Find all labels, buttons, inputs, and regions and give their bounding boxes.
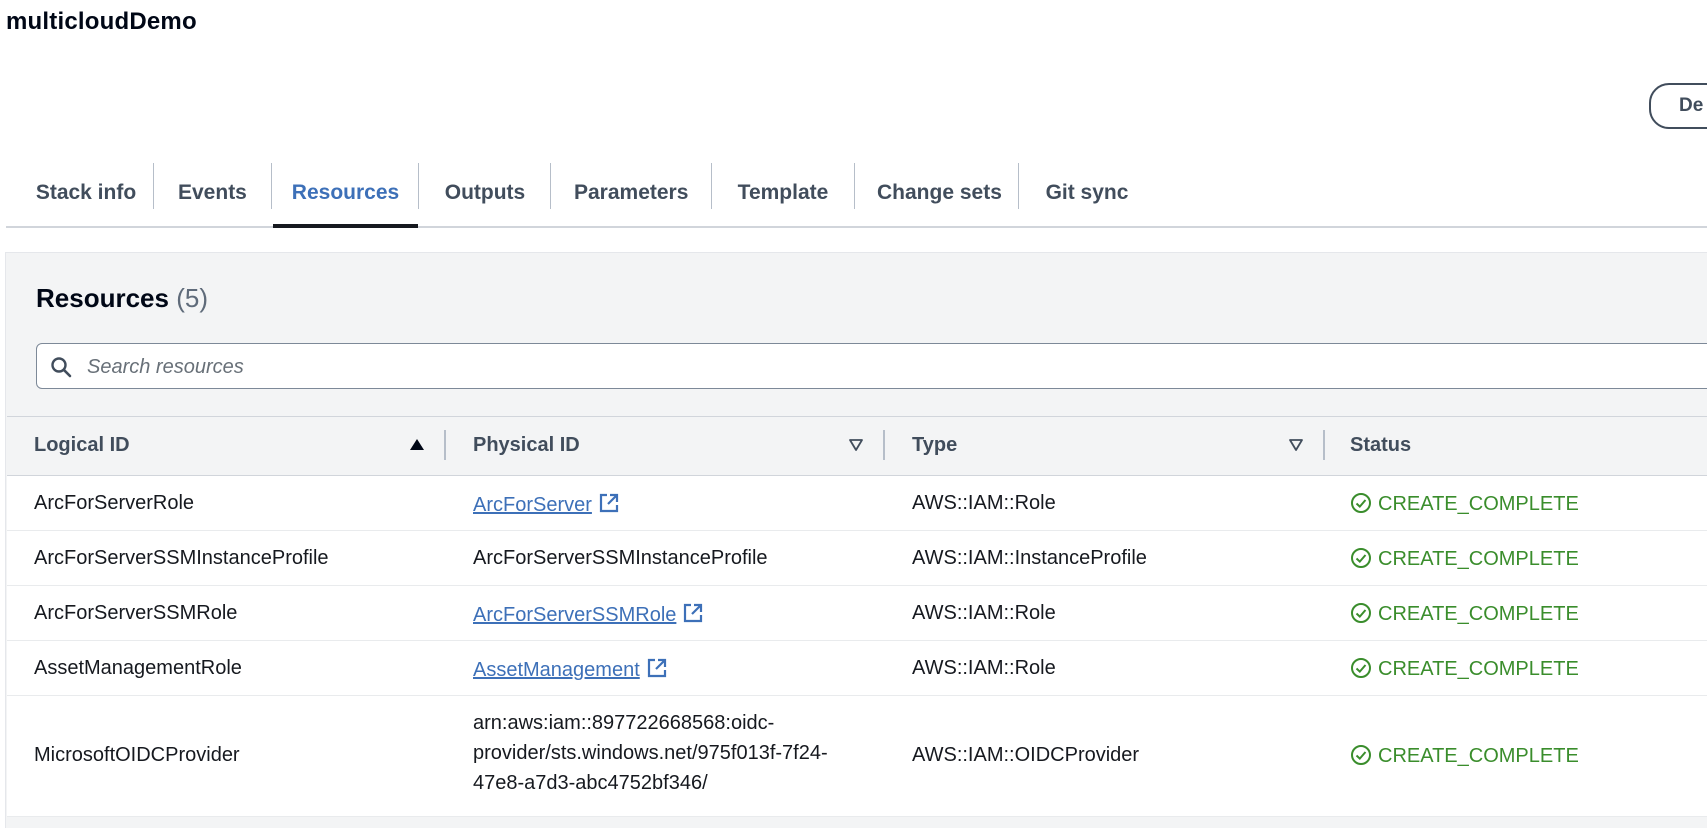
physical-id-cell: ArcForServer <box>473 492 620 517</box>
physical-id-cell: arn:aws:iam::897722668568:oidc-provider/… <box>473 712 828 794</box>
table-body: ArcForServerRole ArcForServer AWS::IAM::… <box>7 476 1707 817</box>
external-link-icon[interactable] <box>682 602 704 624</box>
sort-caret-down-icon[interactable] <box>847 436 865 454</box>
logical-id-cell: ArcForServerSSMRole <box>34 602 238 624</box>
tab-stack-info[interactable]: Stack info <box>34 160 138 226</box>
physical-id-link[interactable]: AssetManagement <box>473 659 640 681</box>
tab-change-sets[interactable]: Change sets <box>877 160 1002 226</box>
cloudformation-stack-page: multicloudDemo De Stack info Events Reso… <box>0 0 1707 828</box>
status-text: CREATE_COMPLETE <box>1378 658 1579 680</box>
stack-tabs: Stack info Events Resources Outputs Para… <box>6 160 1707 228</box>
status-text: CREATE_COMPLETE <box>1378 745 1579 767</box>
sort-caret-down-icon[interactable] <box>1287 436 1305 454</box>
tab-divider <box>854 163 855 209</box>
tab-divider <box>1018 163 1019 209</box>
status-cell: CREATE_COMPLETE <box>1350 602 1579 626</box>
tab-template[interactable]: Template <box>734 160 832 226</box>
logical-id-cell: ArcForServerRole <box>34 492 195 514</box>
logical-id-cell: ArcForServerSSMInstanceProfile <box>34 547 329 569</box>
resources-table: Logical ID Physical ID Type Status ArcFo… <box>7 416 1707 817</box>
type-cell: AWS::IAM::Role <box>912 492 1056 514</box>
tab-outputs[interactable]: Outputs <box>442 160 528 226</box>
tab-resources[interactable]: Resources <box>273 160 418 228</box>
search-box[interactable] <box>36 343 1707 390</box>
resources-panel: Resources (5) Logical ID Physical ID <box>5 252 1707 828</box>
status-success-icon <box>1351 548 1371 568</box>
physical-id-link[interactable]: ArcForServerSSMRole <box>473 604 676 626</box>
status-text: CREATE_COMPLETE <box>1378 603 1579 625</box>
external-link-icon[interactable] <box>598 492 620 514</box>
tab-divider <box>271 163 272 209</box>
column-header-physical-id[interactable]: Physical ID <box>473 417 580 475</box>
column-header-type[interactable]: Type <box>912 417 957 475</box>
type-cell: AWS::IAM::Role <box>912 657 1056 679</box>
status-success-icon <box>1351 603 1371 623</box>
logical-id-cell: AssetManagementRole <box>34 657 242 679</box>
column-resizer[interactable] <box>444 430 446 460</box>
table-row: ArcForServerRole ArcForServer AWS::IAM::… <box>7 476 1707 531</box>
table-row: AssetManagementRole AssetManagement AWS:… <box>7 641 1707 696</box>
type-cell: AWS::IAM::InstanceProfile <box>912 547 1147 569</box>
column-header-status: Status <box>1350 434 1412 456</box>
table-row: MicrosoftOIDCProvider arn:aws:iam::89772… <box>7 696 1707 817</box>
external-link-icon[interactable] <box>646 657 668 679</box>
physical-id-cell: AssetManagement <box>473 657 668 682</box>
status-text: CREATE_COMPLETE <box>1378 548 1579 570</box>
status-cell: CREATE_COMPLETE <box>1350 744 1579 768</box>
status-cell: CREATE_COMPLETE <box>1350 492 1579 516</box>
status-cell: CREATE_COMPLETE <box>1350 657 1579 681</box>
logical-id-cell: MicrosoftOIDCProvider <box>34 744 240 766</box>
physical-id-cell: ArcForServerSSMRole <box>473 602 704 627</box>
tab-divider <box>153 163 154 209</box>
column-resizer[interactable] <box>883 430 885 460</box>
physical-id-link[interactable]: ArcForServer <box>473 494 592 516</box>
page-title: multicloudDemo <box>6 8 197 35</box>
tab-events[interactable]: Events <box>178 160 247 226</box>
search-input[interactable] <box>85 344 1689 390</box>
tab-git-sync[interactable]: Git sync <box>1043 160 1131 226</box>
type-cell: AWS::IAM::Role <box>912 602 1056 624</box>
physical-id-cell: ArcForServerSSMInstanceProfile <box>473 547 768 569</box>
resources-title: Resources <box>36 283 169 313</box>
status-success-icon <box>1351 493 1371 513</box>
status-success-icon <box>1351 745 1371 765</box>
type-cell: AWS::IAM::OIDCProvider <box>912 744 1140 766</box>
column-resizer[interactable] <box>1323 430 1325 460</box>
tab-divider <box>711 163 712 209</box>
resources-header: Resources (5) <box>36 283 208 314</box>
table-row: ArcForServerSSMRole ArcForServerSSMRole … <box>7 586 1707 641</box>
table-row: ArcForServerSSMInstanceProfile ArcForSer… <box>7 531 1707 586</box>
search-icon <box>51 357 72 378</box>
column-header-logical-id[interactable]: Logical ID <box>34 417 130 475</box>
delete-button[interactable]: De <box>1649 83 1707 129</box>
status-cell: CREATE_COMPLETE <box>1350 547 1579 571</box>
resources-count: (5) <box>176 283 208 313</box>
table-header: Logical ID Physical ID Type Status <box>7 416 1707 476</box>
tab-divider <box>418 163 419 209</box>
tab-divider <box>550 163 551 209</box>
status-success-icon <box>1351 658 1371 678</box>
tab-parameters[interactable]: Parameters <box>574 160 688 226</box>
sort-ascending-icon[interactable] <box>408 436 426 454</box>
status-text: CREATE_COMPLETE <box>1378 493 1579 515</box>
